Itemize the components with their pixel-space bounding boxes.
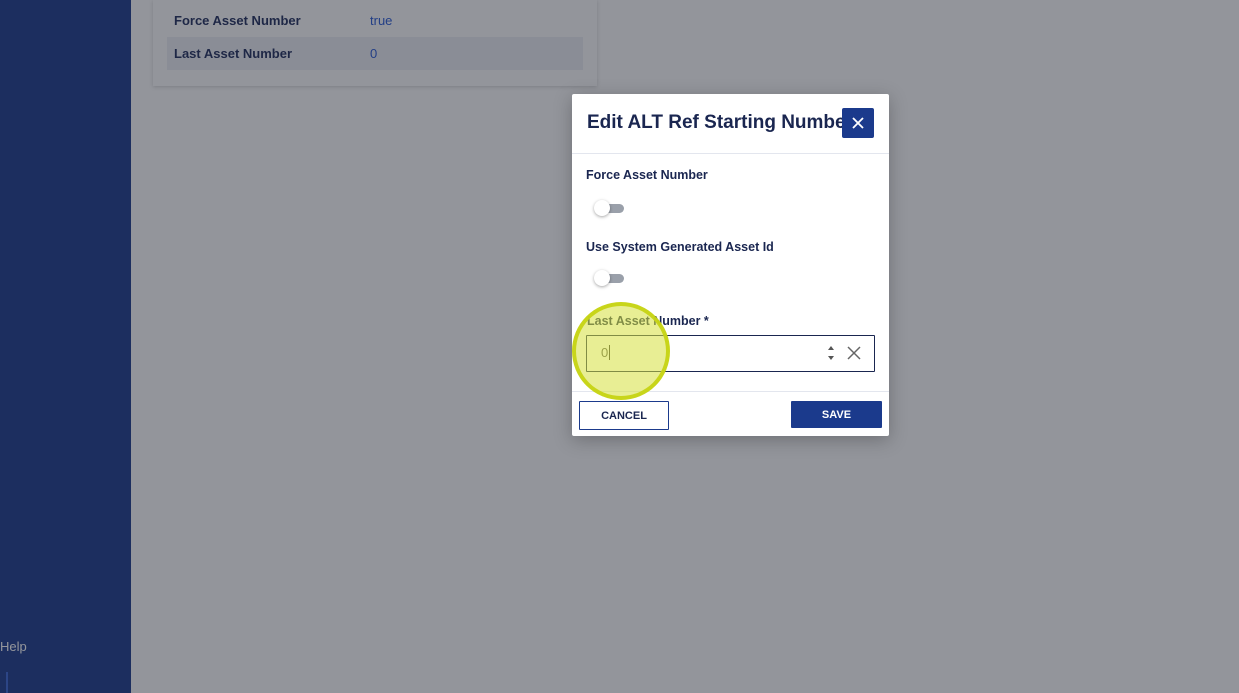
use-system-generated-label: Use System Generated Asset Id — [586, 240, 774, 254]
clear-icon[interactable] — [846, 345, 862, 361]
toggle-knob — [594, 270, 610, 286]
dialog-title: Edit ALT Ref Starting Number — [587, 112, 853, 133]
save-button[interactable]: SAVE — [791, 401, 882, 428]
use-system-generated-toggle[interactable] — [594, 270, 626, 286]
stepper-icon[interactable] — [826, 344, 836, 362]
edit-dialog: Edit ALT Ref Starting Number Force Asset… — [572, 94, 889, 436]
cancel-button[interactable]: CANCEL — [579, 401, 669, 430]
force-asset-number-label: Force Asset Number — [586, 168, 708, 182]
app-root: Help Force Asset Number true Last Asset … — [0, 0, 1239, 693]
last-asset-number-input[interactable]: 0 — [586, 335, 875, 372]
last-asset-number-label: Last Asset Number * — [587, 314, 709, 328]
close-icon — [852, 117, 864, 129]
force-asset-number-toggle[interactable] — [594, 200, 626, 216]
close-button[interactable] — [842, 108, 874, 138]
toggle-knob — [594, 200, 610, 216]
dialog-header: Edit ALT Ref Starting Number — [572, 94, 889, 154]
input-value: 0 — [601, 345, 609, 360]
dialog-footer: CANCEL SAVE — [572, 391, 889, 437]
text-caret — [609, 345, 610, 360]
